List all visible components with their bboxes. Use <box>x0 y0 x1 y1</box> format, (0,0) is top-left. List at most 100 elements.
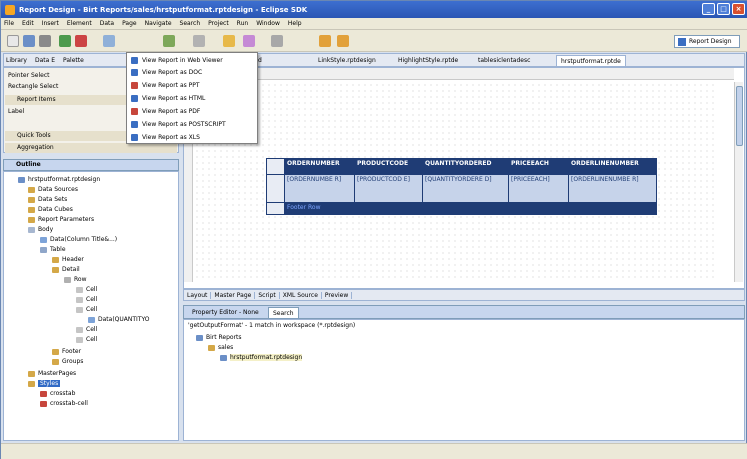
menu-data[interactable]: Data <box>100 20 114 27</box>
menu-project[interactable]: Project <box>208 20 229 27</box>
perspective-button[interactable]: Report Design <box>674 35 740 48</box>
editor-vertical-scrollbar[interactable] <box>734 82 743 282</box>
menu-item-html[interactable]: View Report as HTML <box>129 93 257 104</box>
tree-node-crosstab[interactable]: crosstab <box>40 390 75 397</box>
tree-node-detail[interactable]: Detail <box>52 266 80 273</box>
result-file[interactable]: hrstputformat.rptdesign <box>220 354 303 361</box>
menu-item-doc[interactable]: View Report as DOC <box>129 67 257 78</box>
menu-edit[interactable]: Edit <box>22 20 34 27</box>
header-cell[interactable]: ORDERLINENUMBER <box>568 158 657 175</box>
forward-arrow-icon[interactable] <box>337 35 349 47</box>
scroll-thumb[interactable] <box>736 86 743 146</box>
tree-node-crosstab-cell[interactable]: crosstab-cell <box>40 400 88 407</box>
row-handle[interactable] <box>266 174 285 203</box>
tab-master-page[interactable]: Master Page <box>211 291 256 299</box>
footer-cell[interactable]: Footer Row <box>284 202 355 215</box>
menu-file[interactable]: File <box>4 20 14 27</box>
tree-node-row[interactable]: Row <box>64 276 86 283</box>
tab-library[interactable]: Library <box>4 57 27 64</box>
menu-navigate[interactable]: Navigate <box>145 20 172 27</box>
menu-element[interactable]: Element <box>67 20 92 27</box>
row-handle[interactable] <box>266 158 285 175</box>
tree-node-header[interactable]: Header <box>52 256 84 263</box>
tab-data-explorer[interactable]: Data E <box>33 57 55 64</box>
tab-linkstyle[interactable]: LinkStyle.rptdesign <box>314 55 380 66</box>
tab-layout[interactable]: Layout <box>184 291 212 299</box>
tab-script[interactable]: Script <box>255 291 280 299</box>
table-header-row[interactable]: ORDERNUMBER PRODUCTCODE QUANTITYORDERED … <box>266 158 657 175</box>
tree-node-master-pages[interactable]: MasterPages <box>28 370 76 377</box>
menu-help[interactable]: Help <box>288 20 302 27</box>
run-report-icon[interactable] <box>163 35 175 47</box>
tree-node-data-sets[interactable]: Data Sets <box>28 196 67 203</box>
menu-insert[interactable]: Insert <box>42 20 59 27</box>
pointer-select-tool[interactable]: Pointer Select <box>8 72 49 79</box>
menu-search[interactable]: Search <box>180 20 201 27</box>
table-footer-row[interactable]: Footer Row <box>266 202 657 215</box>
detail-cell[interactable]: [QUANTITYORDERE D] <box>422 174 509 203</box>
close-button[interactable]: × <box>732 3 745 15</box>
menu-page[interactable]: Page <box>122 20 137 27</box>
run-icon[interactable] <box>59 35 71 47</box>
new-icon[interactable] <box>7 35 19 47</box>
result-project[interactable]: Birt Reports <box>196 334 242 341</box>
tree-node-root[interactable]: hrstputformat.rptdesign <box>18 176 100 183</box>
view-report-icon[interactable] <box>103 35 115 47</box>
tree-node-data-cubes[interactable]: Data Cubes <box>28 206 73 213</box>
detail-cell[interactable]: [PRICEEACH] <box>508 174 569 203</box>
tree-node-cell[interactable]: Cell <box>76 326 97 333</box>
tree-node-styles[interactable]: Styles <box>28 380 61 387</box>
menu-window[interactable]: Window <box>256 20 280 27</box>
tree-node-footer[interactable]: Footer <box>52 348 81 355</box>
tab-preview[interactable]: Preview <box>322 291 353 299</box>
open-type-icon[interactable] <box>223 35 235 47</box>
header-cell[interactable]: PRICEEACH <box>508 158 569 175</box>
menu-item-xls[interactable]: View Report as XLS <box>129 132 257 143</box>
detail-cell[interactable]: [PRODUCTCOD E] <box>354 174 423 203</box>
tab-highlightstyle[interactable]: HighlightStyle.rptde <box>394 55 462 66</box>
tab-hrstputformat[interactable]: hrstputformat.rptde <box>556 55 626 66</box>
tab-palette[interactable]: Palette <box>61 57 84 64</box>
tree-node-table[interactable]: Table <box>40 246 66 253</box>
annotation-icon[interactable] <box>271 35 283 47</box>
result-folder[interactable]: sales <box>208 344 233 351</box>
footer-cell[interactable] <box>354 202 423 215</box>
external-tools-icon[interactable] <box>193 35 205 47</box>
minimize-button[interactable]: _ <box>702 3 715 15</box>
back-arrow-icon[interactable] <box>319 35 331 47</box>
debug-icon[interactable] <box>75 35 87 47</box>
tab-xml-source[interactable]: XML Source <box>280 291 322 299</box>
menu-item-pdf[interactable]: View Report as PDF <box>129 106 257 117</box>
table-detail-row[interactable]: [ORDERNUMBE R] [PRODUCTCOD E] [QUANTITYO… <box>266 174 657 203</box>
tree-node-cell[interactable]: Cell <box>76 296 97 303</box>
aggregation-section[interactable]: Aggregation <box>5 143 177 153</box>
detail-cell[interactable]: [ORDERNUMBE R] <box>284 174 355 203</box>
tree-node-cell[interactable]: Cell <box>76 286 97 293</box>
tree-node-report-parameters[interactable]: Report Parameters <box>28 216 94 223</box>
detail-cell[interactable]: [ORDERLINENUMBE R] <box>568 174 657 203</box>
label-tool[interactable]: Label <box>8 108 24 115</box>
footer-cell[interactable] <box>508 202 569 215</box>
tab-property-editor[interactable]: Property Editor - None <box>188 307 263 318</box>
tree-node-groups[interactable]: Groups <box>52 358 83 365</box>
tree-node-data-quantity[interactable]: Data(QUANTITYO <box>88 316 150 323</box>
tree-node-body[interactable]: Body <box>28 226 53 233</box>
save-icon[interactable] <box>23 35 35 47</box>
search-icon[interactable] <box>243 35 255 47</box>
header-cell[interactable]: QUANTITYORDERED <box>422 158 509 175</box>
tree-node-cell[interactable]: Cell <box>76 306 97 313</box>
header-cell[interactable]: ORDERNUMBER <box>284 158 355 175</box>
tab-search[interactable]: Search <box>268 307 299 318</box>
print-icon[interactable] <box>39 35 51 47</box>
menu-run[interactable]: Run <box>237 20 249 27</box>
menu-item-ppt[interactable]: View Report as PPT <box>129 80 257 91</box>
maximize-button[interactable]: □ <box>717 3 730 15</box>
menu-item-postscript[interactable]: View Report as POSTSCRIPT <box>129 119 257 130</box>
report-table[interactable]: ORDERNUMBER PRODUCTCODE QUANTITYORDERED … <box>266 158 657 215</box>
tab-tablesiclentadesc[interactable]: tablesiclentadesc <box>474 55 534 66</box>
tree-node-data-sources[interactable]: Data Sources <box>28 186 78 193</box>
header-cell[interactable]: PRODUCTCODE <box>354 158 423 175</box>
tree-node-cell[interactable]: Cell <box>76 336 97 343</box>
footer-cell[interactable] <box>568 202 657 215</box>
footer-cell[interactable] <box>422 202 509 215</box>
